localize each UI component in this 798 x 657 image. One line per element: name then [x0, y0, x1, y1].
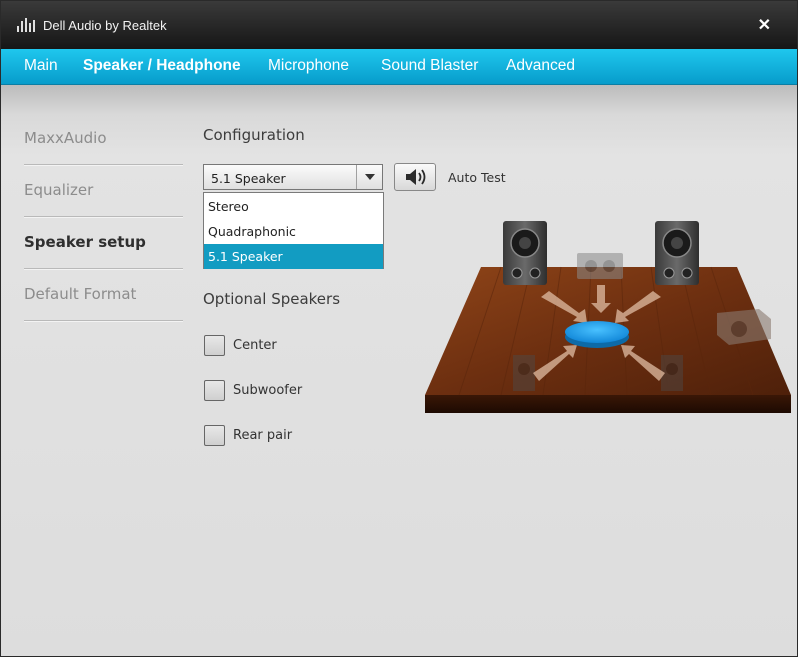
app-window: Dell Audio by Realtek ✕ Main Speaker / H… [0, 0, 798, 657]
tab-bar: Main Speaker / Headphone Microphone Soun… [1, 49, 797, 85]
rear-pair-checkbox[interactable] [204, 425, 225, 446]
speaker-stage-illustration [425, 221, 791, 413]
subwoofer-label: Subwoofer [233, 383, 303, 398]
configuration-title: Configuration [203, 126, 305, 144]
sidebar-divider [24, 320, 183, 322]
configuration-select[interactable]: 5.1 Speaker [203, 164, 383, 190]
sidebar-item-speaker-setup[interactable]: Speaker setup [24, 233, 183, 251]
speaker-volume-icon [406, 169, 426, 185]
configuration-select-value: 5.1 Speaker [211, 171, 286, 186]
rear-left-speaker [513, 355, 535, 391]
option-stereo[interactable]: Stereo [204, 194, 383, 219]
configuration-dropdown-list: Stereo Quadraphonic 5.1 Speaker [203, 192, 384, 269]
tab-sound-blaster[interactable]: Sound Blaster [381, 57, 478, 75]
front-left-speaker [503, 221, 547, 285]
sidebar-divider [24, 268, 183, 270]
subwoofer-speaker [717, 309, 771, 345]
option-5-1-speaker[interactable]: 5.1 Speaker [204, 244, 383, 269]
tab-speaker-headphone[interactable]: Speaker / Headphone [83, 57, 241, 75]
auto-test-button[interactable] [394, 163, 436, 191]
optional-speakers-title: Optional Speakers [203, 290, 341, 308]
sidebar-item-default-format[interactable]: Default Format [24, 285, 183, 303]
tab-microphone[interactable]: Microphone [268, 57, 349, 75]
center-speaker [577, 253, 623, 279]
tab-main[interactable]: Main [24, 57, 58, 75]
sidebar-divider [24, 164, 183, 166]
subwoofer-checkbox[interactable] [204, 380, 225, 401]
center-checkbox[interactable] [204, 335, 225, 356]
sidebar-item-maxxaudio[interactable]: MaxxAudio [24, 129, 183, 147]
sidebar-item-equalizer[interactable]: Equalizer [24, 181, 183, 199]
auto-test-label: Auto Test [448, 170, 506, 185]
rear-pair-label: Rear pair [233, 428, 293, 443]
close-button[interactable]: ✕ [758, 15, 771, 35]
listener-position [565, 321, 629, 343]
option-quadraphonic[interactable]: Quadraphonic [204, 219, 383, 244]
tab-advanced[interactable]: Advanced [506, 57, 575, 75]
center-label: Center [233, 338, 277, 353]
equalizer-icon [17, 18, 35, 32]
front-right-speaker [655, 221, 699, 285]
title-bar: Dell Audio by Realtek ✕ [1, 1, 797, 49]
window-title: Dell Audio by Realtek [43, 18, 167, 33]
sidebar-divider [24, 216, 183, 218]
chevron-down-icon[interactable] [356, 165, 382, 189]
